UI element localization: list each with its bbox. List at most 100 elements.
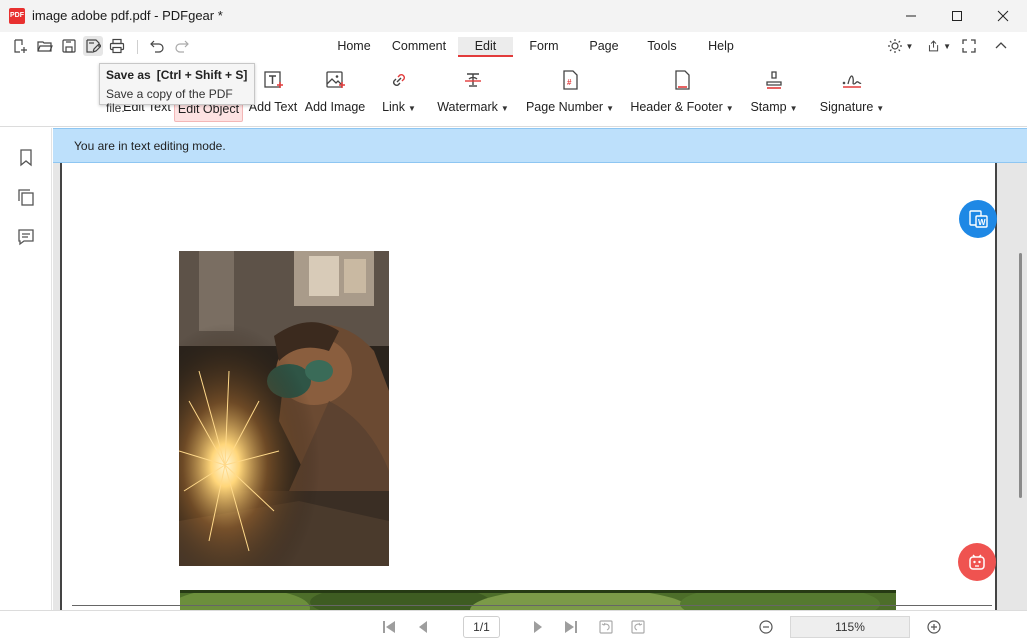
stamp-tool[interactable]: Stamp ▼ (748, 68, 800, 122)
theme-button[interactable]: ▼ (885, 36, 915, 56)
minimize-button[interactable] (888, 0, 934, 32)
page-number-tool[interactable]: # Page Number ▼ (525, 68, 615, 122)
rotate-left-icon (599, 620, 613, 634)
zoom-in-button[interactable] (924, 617, 944, 637)
new-file-icon (14, 39, 27, 53)
first-page-icon (383, 621, 395, 633)
svg-text:#: # (567, 78, 572, 87)
svg-text:W: W (978, 218, 986, 227)
tab-page[interactable]: Page (587, 37, 621, 57)
open-button[interactable] (35, 36, 55, 56)
maximize-button[interactable] (934, 0, 980, 32)
chevron-down-icon: ▼ (876, 104, 885, 113)
page-number-icon: # (563, 70, 578, 90)
thumbnails-icon[interactable] (16, 187, 36, 207)
fullscreen-icon (962, 39, 976, 53)
minimize-icon (906, 15, 916, 17)
landscape-image[interactable] (180, 590, 896, 610)
watermark-label: Watermark (437, 100, 498, 114)
last-page-button[interactable] (561, 617, 581, 637)
zoom-in-icon (927, 620, 941, 634)
ai-assistant-button[interactable] (958, 543, 996, 581)
tab-help[interactable]: Help (705, 37, 737, 57)
document-viewer[interactable] (53, 163, 1027, 610)
tab-edit[interactable]: Edit (458, 37, 513, 57)
close-icon (997, 10, 1009, 22)
tab-tools[interactable]: Tools (644, 37, 680, 57)
next-page-button[interactable] (528, 617, 548, 637)
convert-to-word-button[interactable]: W (959, 200, 997, 238)
save-as-button[interactable] (83, 36, 103, 56)
robot-icon (969, 554, 985, 570)
watermark-icon (465, 73, 481, 87)
tab-comment[interactable]: Comment (389, 37, 449, 57)
link-icon (393, 74, 405, 86)
page-number-input[interactable]: 1/1 (463, 616, 500, 638)
chevron-down-icon: ▼ (606, 104, 615, 113)
save-as-icon (86, 39, 101, 53)
link-label: Link (382, 100, 405, 114)
save-icon (62, 39, 76, 53)
zoom-level[interactable]: 115% (790, 616, 910, 638)
previous-page-icon (419, 621, 427, 633)
header-footer-icon (675, 70, 690, 90)
close-button[interactable] (980, 0, 1026, 32)
tab-home[interactable]: Home (334, 37, 374, 57)
save-button[interactable] (59, 36, 79, 56)
print-button[interactable] (107, 36, 127, 56)
share-icon (928, 40, 939, 52)
add-image-label: Add Image (304, 100, 366, 114)
rotate-right-button[interactable] (628, 617, 648, 637)
tab-form[interactable]: Form (526, 37, 562, 57)
app-logo: PDF (9, 8, 25, 24)
zoom-out-icon (759, 620, 773, 634)
chevron-down-icon: ▼ (905, 41, 914, 51)
chevron-down-icon: ▼ (408, 104, 416, 113)
watermark-tool[interactable]: Watermark ▼ (436, 68, 510, 122)
chevron-down-icon: ▼ (725, 104, 734, 113)
rotate-right-icon (631, 620, 645, 634)
toolbar-divider (137, 40, 138, 54)
share-button[interactable]: ▼ (927, 36, 951, 56)
comments-icon[interactable] (16, 227, 36, 247)
last-page-icon (565, 621, 577, 633)
new-file-button[interactable] (10, 36, 30, 56)
undo-button[interactable] (147, 36, 167, 56)
tooltip-shortcut: [Ctrl + Shift + S] (156, 68, 248, 82)
redo-button[interactable] (172, 36, 192, 56)
add-image-tool[interactable]: Add Image (304, 68, 366, 122)
chevron-down-icon: ▼ (943, 41, 951, 51)
welder-image[interactable] (179, 251, 389, 566)
collapse-ribbon-button[interactable] (991, 36, 1011, 56)
tooltip-description: Save a copy of the PDF file. (106, 87, 233, 115)
banner-text: You are in text editing mode. (74, 139, 226, 153)
previous-page-button[interactable] (413, 617, 433, 637)
signature-icon (842, 75, 862, 88)
signature-tool[interactable]: Signature ▼ (816, 68, 888, 122)
stamp-icon (766, 71, 782, 89)
link-tool[interactable]: Link ▼ (376, 68, 422, 122)
save-as-tooltip: Save as [Ctrl + Shift + S] Save a copy of… (99, 63, 255, 115)
tooltip-title: Save as (106, 68, 151, 82)
stamp-label: Stamp (750, 100, 787, 114)
vertical-scrollbar[interactable] (1019, 253, 1022, 498)
fullscreen-button[interactable] (959, 36, 979, 56)
editing-mode-banner: You are in text editing mode. (53, 128, 1027, 163)
pdf-page[interactable] (60, 163, 997, 610)
open-folder-icon (37, 41, 53, 52)
undo-icon (150, 40, 164, 53)
rotate-left-button[interactable] (596, 617, 616, 637)
header-footer-label: Header & Footer (630, 100, 723, 114)
chevron-up-icon (995, 42, 1007, 49)
first-page-button[interactable] (379, 617, 399, 637)
status-bar: 1/1 115% (0, 610, 1027, 643)
chevron-down-icon: ▼ (500, 104, 509, 113)
add-image-icon (326, 71, 345, 88)
title-bar: PDF image adobe pdf.pdf - PDFgear * (0, 0, 1027, 32)
zoom-out-button[interactable] (756, 617, 776, 637)
header-footer-tool[interactable]: Header & Footer ▼ (629, 68, 735, 122)
signature-label: Signature (819, 100, 874, 114)
bookmark-icon[interactable] (16, 147, 36, 167)
chevron-down-icon: ▼ (789, 104, 798, 113)
brightness-icon (887, 39, 902, 53)
